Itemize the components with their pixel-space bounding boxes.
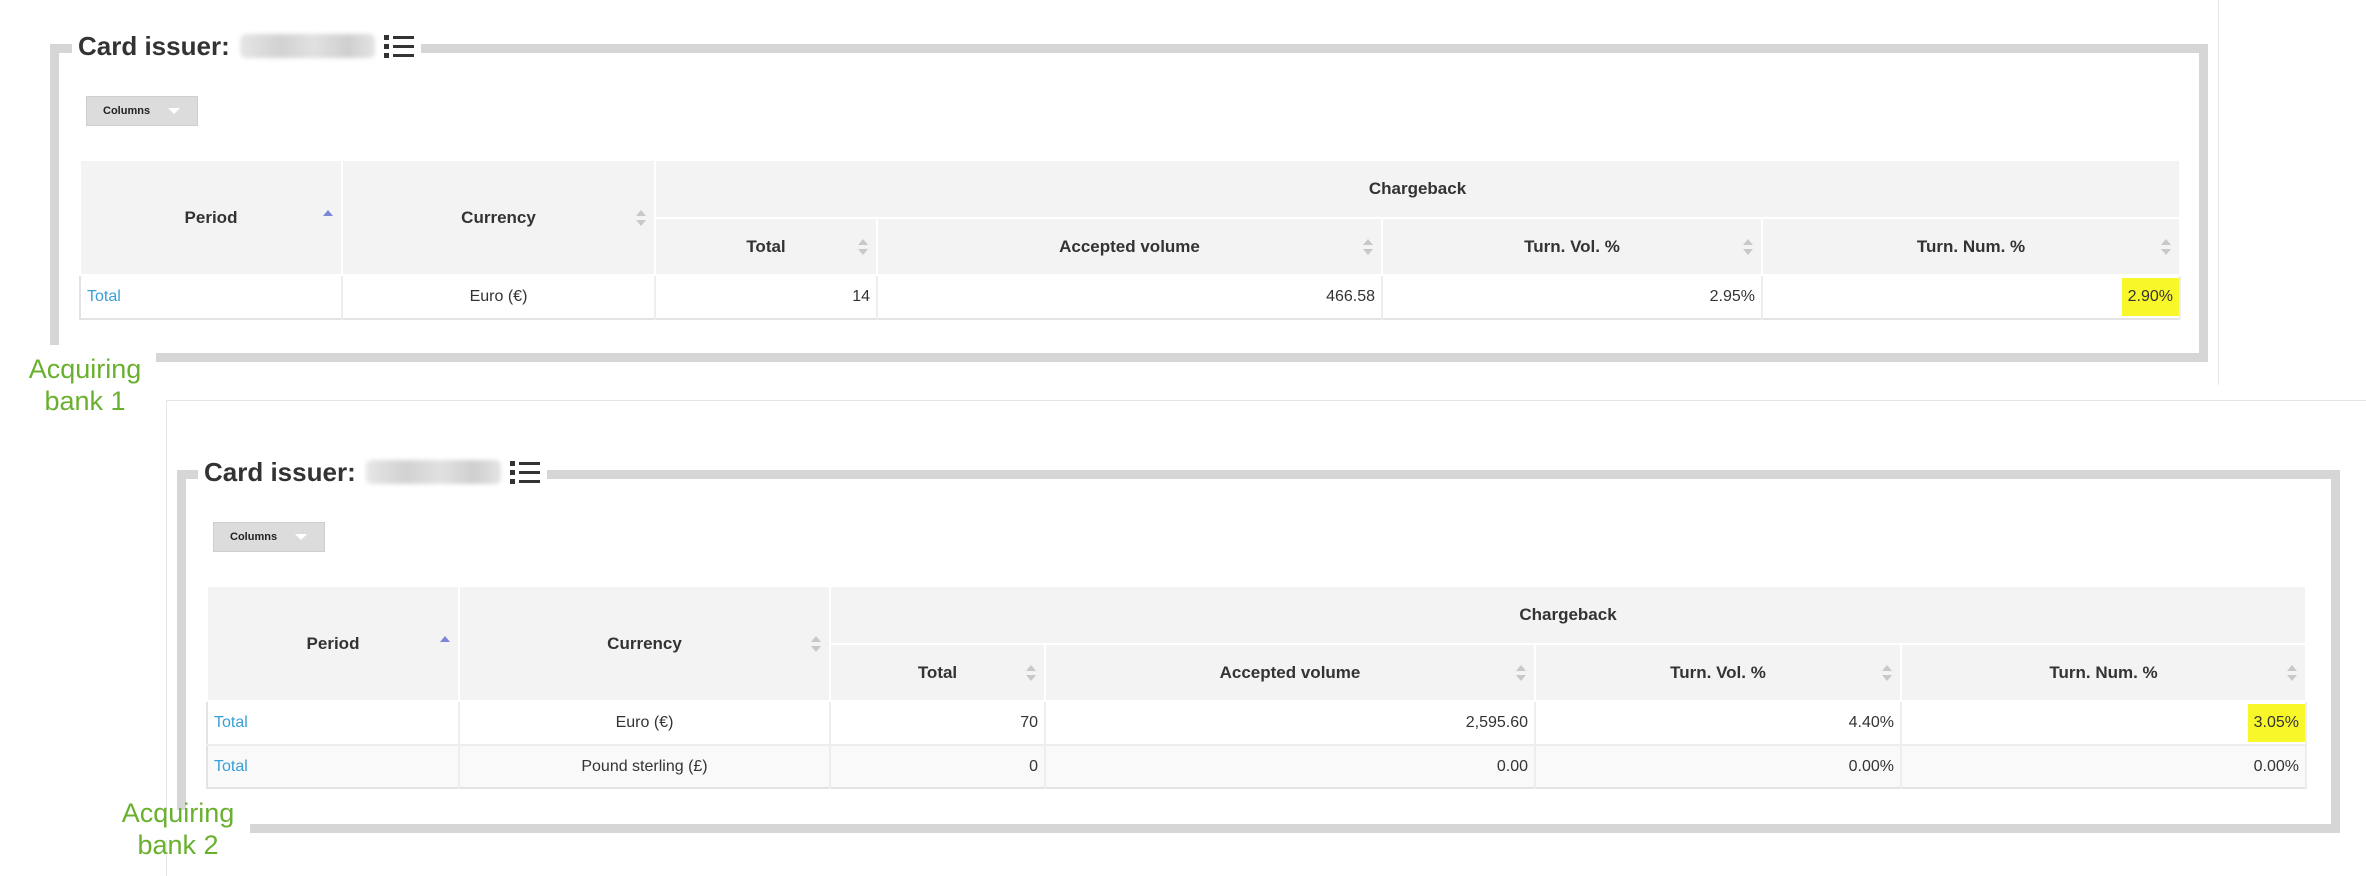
column-group-chargeback: Chargeback	[828, 585, 2308, 645]
card-issuer-label: Card issuer:	[204, 456, 356, 487]
sort-both-icon	[1882, 664, 1892, 681]
cell-turn-vol: 2.95%	[1382, 274, 1763, 319]
period-link[interactable]: Total	[214, 758, 248, 775]
chargeback-table-2: Period Currency Chargeback Total Accepte…	[206, 585, 2308, 789]
columns-button[interactable]: Columns	[86, 96, 198, 126]
sort-asc-icon	[323, 209, 333, 226]
column-header-accepted-volume[interactable]: Accepted volume	[1044, 643, 1536, 702]
sort-both-icon	[2161, 238, 2172, 255]
page: Card issuer: Columns Period Currency Cha…	[0, 0, 2366, 876]
sort-both-icon	[1026, 664, 1036, 681]
column-group-chargeback: Chargeback	[653, 159, 2182, 219]
column-header-turn-num[interactable]: Turn. Num. %	[1899, 643, 2308, 702]
column-header-currency[interactable]: Currency	[341, 159, 656, 276]
acquiring-bank-2-label: Acquiring bank 2	[121, 798, 235, 860]
cell-turn-num: 3.05%	[1901, 700, 2308, 745]
cell-turn-num: 0.00%	[1901, 744, 2308, 788]
column-header-turn-vol[interactable]: Turn. Vol. %	[1534, 643, 1902, 702]
acquiring-bank-1-label: Acquiring bank 1	[28, 354, 142, 416]
card-issuer-legend-2: Card issuer:	[198, 452, 547, 492]
cell-accepted-volume: 2,595.60	[1045, 700, 1536, 745]
cell-total: 70	[830, 700, 1046, 745]
column-header-total[interactable]: Total	[654, 217, 878, 276]
cell-turn-num: 2.90%	[1762, 274, 2182, 319]
sort-both-icon	[636, 209, 646, 226]
cell-total: 14	[655, 274, 878, 319]
cell-currency: Euro (€)	[459, 700, 831, 745]
list-icon[interactable]	[509, 458, 541, 486]
cell-accepted-volume: 0.00	[1045, 744, 1536, 788]
column-header-period[interactable]: Period	[206, 585, 460, 702]
cell-period[interactable]: Total	[207, 700, 460, 745]
column-header-turn-vol[interactable]: Turn. Vol. %	[1381, 217, 1763, 276]
chargeback-table-1: Period Currency Chargeback Total Accepte…	[79, 159, 2182, 320]
cell-currency: Euro (€)	[342, 274, 656, 319]
card-issuer-name-redacted	[239, 34, 375, 58]
sort-both-icon	[858, 238, 868, 255]
column-header-currency[interactable]: Currency	[458, 585, 831, 702]
table-row: Total Pound sterling (£) 0 0.00 0.00% 0.…	[207, 744, 2308, 788]
sort-asc-icon	[440, 635, 450, 652]
card-issuer-legend-1: Card issuer:	[72, 26, 421, 66]
card-issuer-label: Card issuer:	[78, 30, 230, 61]
caret-down-icon	[295, 534, 308, 540]
cell-turn-vol: 4.40%	[1535, 700, 1902, 745]
caret-down-icon	[168, 108, 181, 114]
columns-button-label: Columns	[103, 105, 151, 117]
columns-button[interactable]: Columns	[213, 522, 325, 552]
table-row: Total Euro (€) 70 2,595.60 4.40% 3.05%	[207, 700, 2308, 745]
cell-period[interactable]: Total	[207, 744, 460, 788]
column-header-total[interactable]: Total	[829, 643, 1046, 702]
sort-both-icon	[1363, 238, 1373, 255]
cell-accepted-volume: 466.58	[877, 274, 1383, 319]
columns-button-label: Columns	[230, 531, 278, 543]
list-icon[interactable]	[383, 32, 415, 60]
cell-currency: Pound sterling (£)	[459, 744, 831, 788]
cell-total: 0	[830, 744, 1046, 788]
column-header-period[interactable]: Period	[79, 159, 343, 276]
sort-both-icon	[811, 635, 821, 652]
period-link[interactable]: Total	[87, 288, 121, 305]
sort-both-icon	[1743, 238, 1753, 255]
cell-period[interactable]: Total	[80, 274, 343, 319]
highlighted-value: 3.05%	[2247, 704, 2306, 742]
table-row: Total Euro (€) 14 466.58 2.95% 2.90%	[80, 274, 2182, 319]
highlighted-value: 2.90%	[2121, 278, 2180, 316]
cell-turn-vol: 0.00%	[1535, 744, 1902, 788]
period-link[interactable]: Total	[214, 714, 248, 731]
sort-both-icon	[2287, 664, 2298, 681]
column-header-turn-num[interactable]: Turn. Num. %	[1760, 217, 2182, 276]
sort-both-icon	[1516, 664, 1526, 681]
card-issuer-name-redacted	[365, 460, 501, 484]
column-header-accepted-volume[interactable]: Accepted volume	[876, 217, 1383, 276]
